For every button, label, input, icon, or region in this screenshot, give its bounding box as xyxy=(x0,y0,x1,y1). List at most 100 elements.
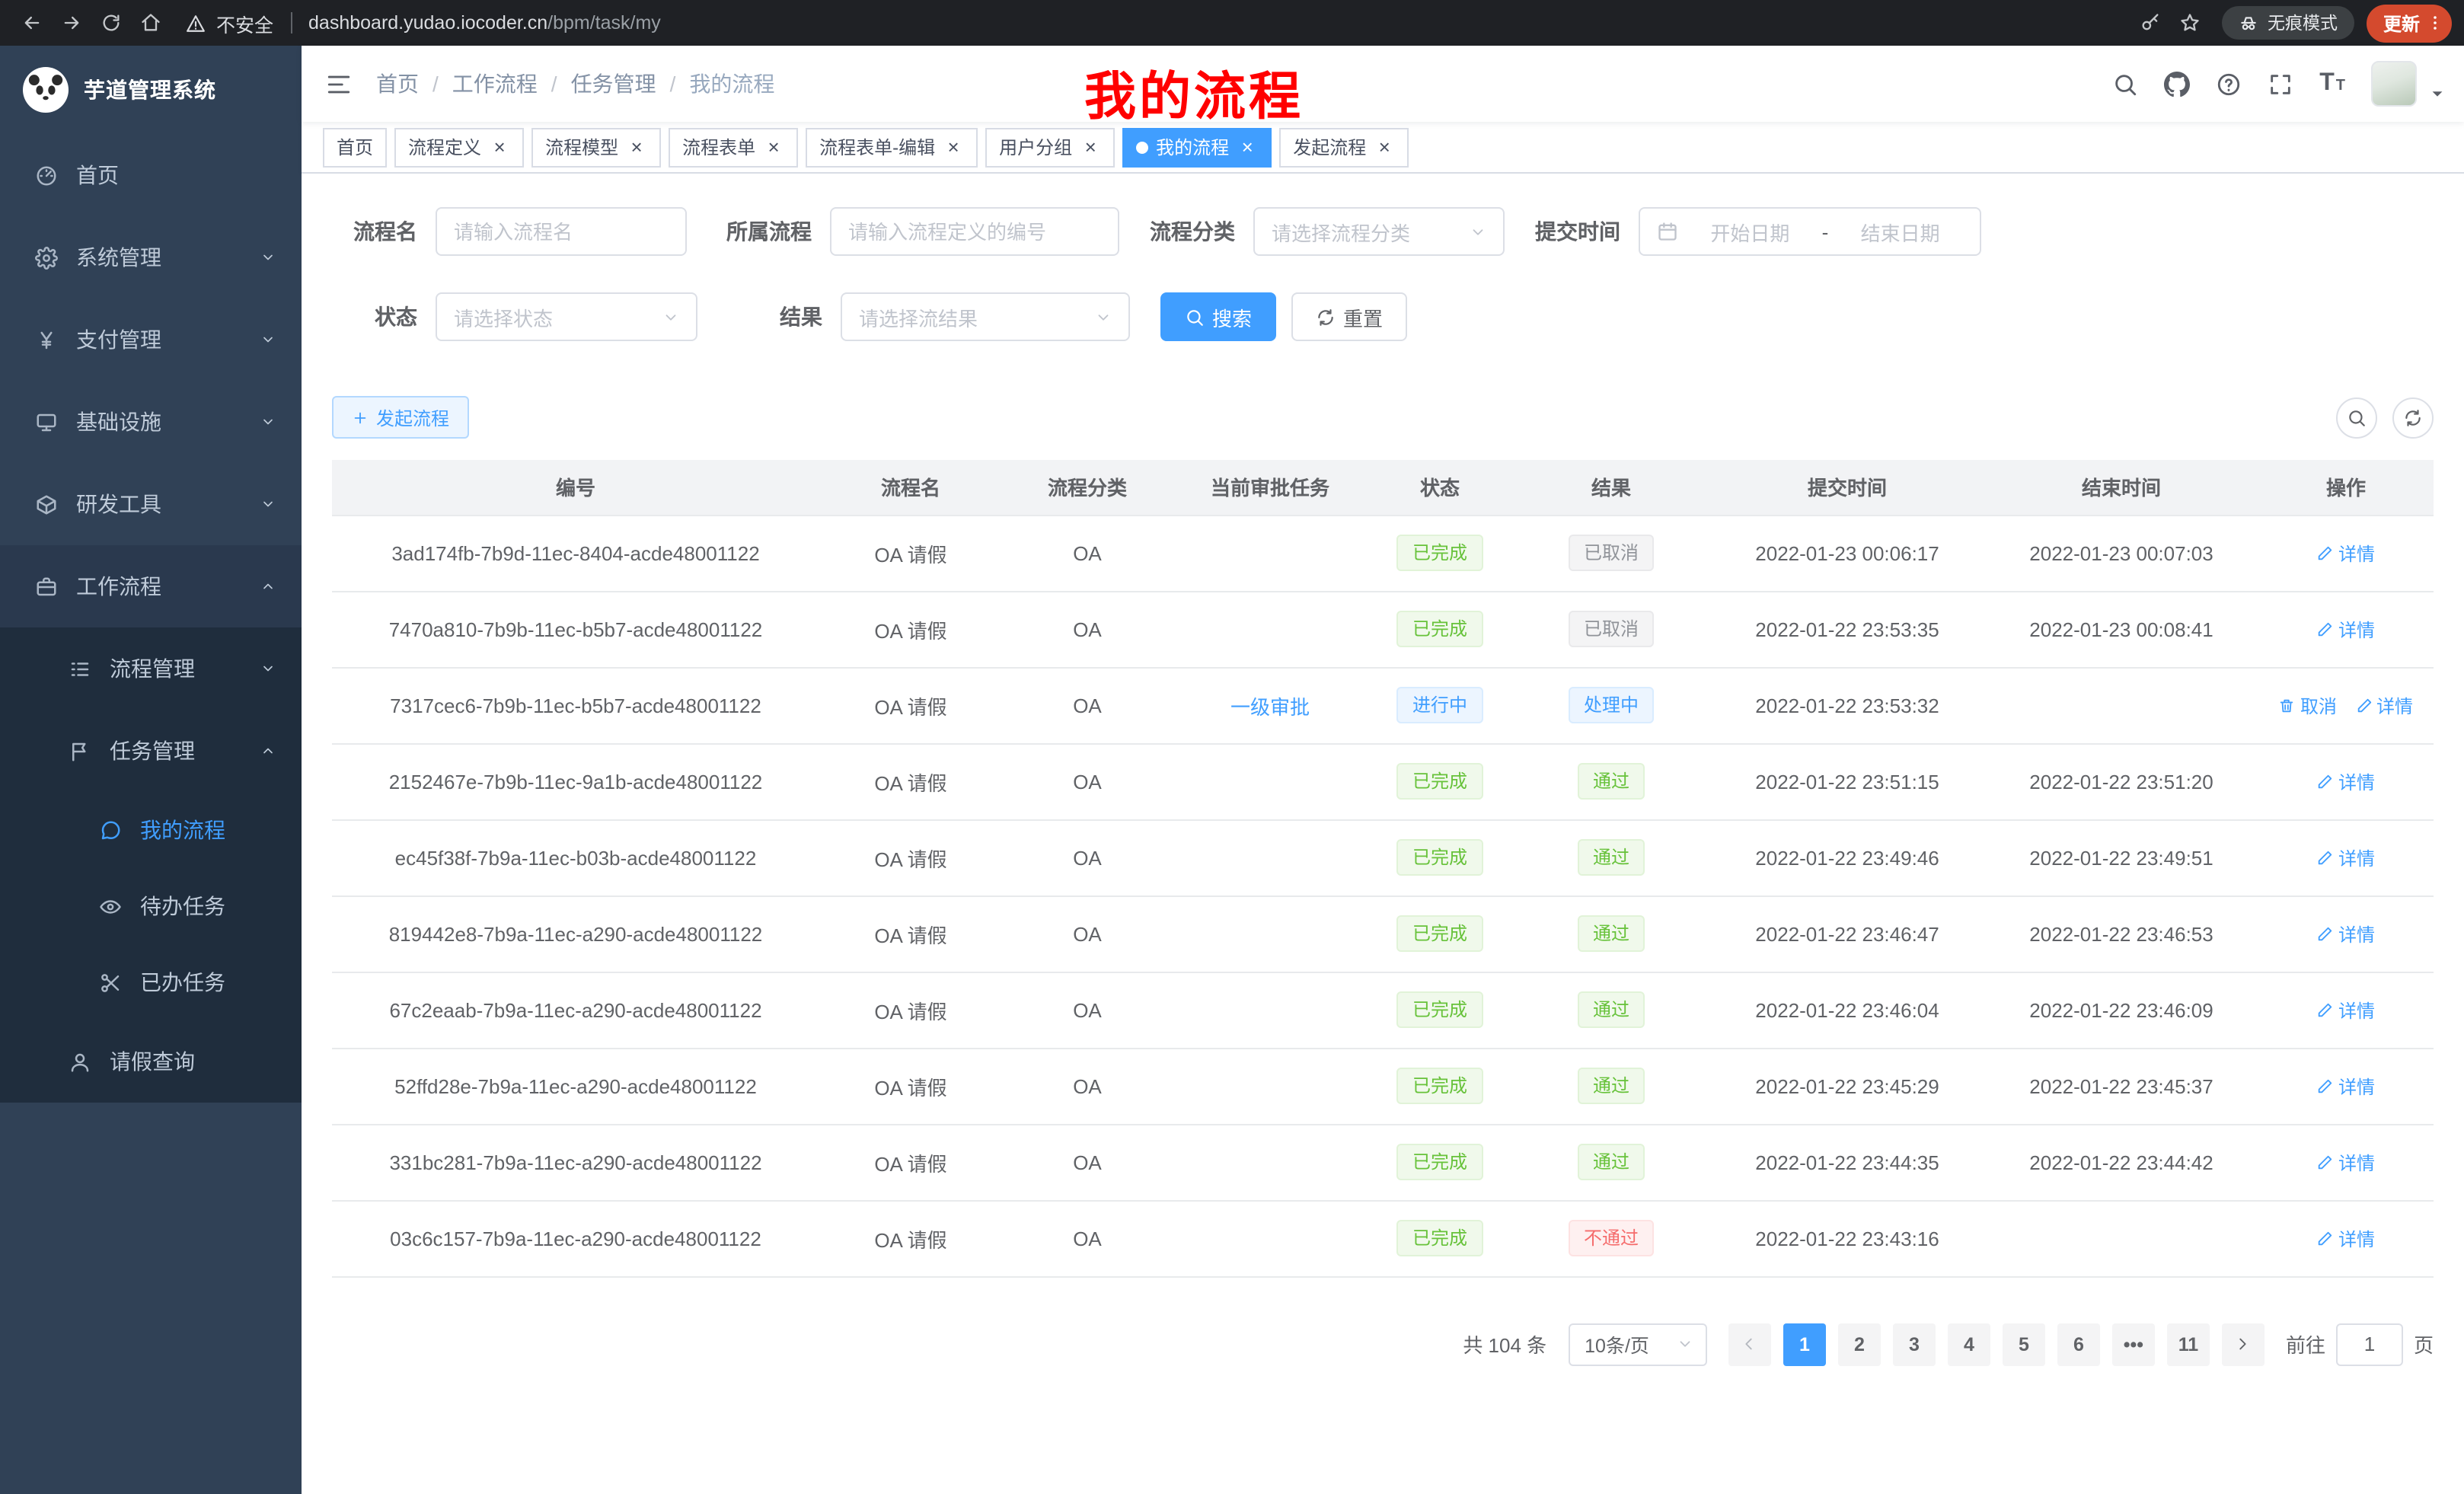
breadcrumb-item[interactable]: 首页 xyxy=(376,69,419,99)
back-icon[interactable] xyxy=(12,3,52,43)
detail-link[interactable]: 详情 xyxy=(2317,1149,2375,1175)
chevron-down-icon xyxy=(260,496,276,512)
cell-status: 已完成 xyxy=(1368,1124,1512,1200)
toggle-search-button[interactable] xyxy=(2336,397,2377,438)
sidebar-item-process-mgmt[interactable]: 流程管理 xyxy=(0,627,302,710)
sidebar-item-workflow[interactable]: 工作流程 xyxy=(0,545,302,627)
sidebar-item-home[interactable]: 首页 xyxy=(0,134,302,216)
tab-process-form[interactable]: 流程表单× xyxy=(669,127,798,167)
cell-submit-time: 2022-01-22 23:44:35 xyxy=(1710,1124,1984,1200)
detail-link[interactable]: 详情 xyxy=(2317,616,2375,642)
status-select[interactable]: 请选择状态 xyxy=(436,292,697,341)
update-button[interactable]: 更新 xyxy=(2367,4,2452,42)
question-icon[interactable] xyxy=(2216,71,2242,97)
forward-icon[interactable] xyxy=(52,3,91,43)
sidebar-item-payment-mgmt[interactable]: 支付管理 xyxy=(0,298,302,381)
page-button-3[interactable]: 3 xyxy=(1893,1323,1936,1365)
detail-link[interactable]: 详情 xyxy=(2317,844,2375,870)
cell-result: 已取消 xyxy=(1512,515,1710,591)
process-id-input[interactable] xyxy=(830,207,1119,256)
breadcrumb-item[interactable]: 工作流程 xyxy=(452,69,538,99)
more-pages-button[interactable]: ••• xyxy=(2112,1323,2155,1365)
detail-link[interactable]: 详情 xyxy=(2317,921,2375,947)
reload-icon[interactable] xyxy=(91,3,131,43)
page-button-4[interactable]: 4 xyxy=(1948,1323,1990,1365)
page-button-5[interactable]: 5 xyxy=(2003,1323,2045,1365)
page-button-2[interactable]: 2 xyxy=(1838,1323,1881,1365)
prev-page-button[interactable] xyxy=(1728,1323,1771,1365)
close-icon[interactable]: × xyxy=(626,136,647,158)
user-avatar[interactable] xyxy=(2371,61,2417,107)
page-button-1[interactable]: 1 xyxy=(1783,1323,1826,1365)
fullscreen-icon[interactable] xyxy=(2268,71,2293,97)
detail-link[interactable]: 详情 xyxy=(2317,1073,2375,1099)
sidebar-item-task-mgmt[interactable]: 任务管理 xyxy=(0,710,302,792)
chevron-down-icon xyxy=(260,250,276,265)
detail-link[interactable]: 详情 xyxy=(2317,1225,2375,1251)
star-icon[interactable] xyxy=(2170,3,2210,43)
detail-link[interactable]: 详情 xyxy=(2317,540,2375,566)
update-label: 更新 xyxy=(2383,10,2420,36)
date-range-picker[interactable]: 开始日期 - 结束日期 xyxy=(1639,207,1981,256)
sidebar-item-my-process[interactable]: 我的流程 xyxy=(0,792,302,868)
cell-process-name: OA 请假 xyxy=(819,1124,1002,1200)
process-id-input-field[interactable] xyxy=(848,220,1101,243)
tab-user-group[interactable]: 用户分组× xyxy=(985,127,1115,167)
close-icon[interactable]: × xyxy=(489,136,510,158)
close-icon[interactable]: × xyxy=(763,136,784,158)
caret-down-icon[interactable] xyxy=(2429,85,2446,102)
page-button-11[interactable]: 11 xyxy=(2167,1323,2210,1365)
page-size-select[interactable]: 10条/页 xyxy=(1568,1323,1707,1365)
close-icon[interactable]: × xyxy=(1080,136,1101,158)
cell-actions: 详情 xyxy=(2258,1048,2434,1124)
close-icon[interactable]: × xyxy=(943,136,964,158)
result-tag: 已取消 xyxy=(1569,535,1654,571)
cancel-link[interactable]: 取消 xyxy=(2279,692,2337,718)
table-row: 03c6c157-7b9a-11ec-a290-acde48001122OA 请… xyxy=(332,1200,2434,1276)
tab-process-definition[interactable]: 流程定义× xyxy=(394,127,524,167)
home-icon[interactable] xyxy=(131,3,171,43)
process-name-input-field[interactable] xyxy=(454,220,669,243)
sidebar-item-system-mgmt[interactable]: 系统管理 xyxy=(0,216,302,298)
search-button[interactable]: 搜索 xyxy=(1160,292,1276,341)
tab-start-process[interactable]: 发起流程 × xyxy=(1279,127,1409,167)
process-name-input[interactable] xyxy=(436,207,687,256)
chevron-down-icon xyxy=(1677,1336,1693,1352)
current-task-link[interactable]: 一级审批 xyxy=(1230,695,1310,718)
sidebar-item-infrastructure[interactable]: 基础设施 xyxy=(0,381,302,463)
tab-label: 发起流程 xyxy=(1293,134,1366,160)
start-process-button[interactable]: 发起流程 xyxy=(332,396,469,439)
sidebar-item-dev-tools[interactable]: 研发工具 xyxy=(0,463,302,545)
tab-my-process[interactable]: 我的流程× xyxy=(1122,127,1272,167)
sidebar-item-todo-tasks[interactable]: 待办任务 xyxy=(0,868,302,944)
tab-process-model[interactable]: 流程模型× xyxy=(531,127,661,167)
breadcrumb-item[interactable]: 任务管理 xyxy=(571,69,656,99)
sidebar-item-leave-query[interactable]: 请假查询 xyxy=(0,1020,302,1103)
category-select[interactable]: 请选择流程分类 xyxy=(1253,207,1505,256)
detail-link[interactable]: 详情 xyxy=(2317,997,2375,1023)
font-size-icon[interactable]: TT xyxy=(2319,70,2345,97)
reset-button[interactable]: 重置 xyxy=(1291,292,1407,341)
detail-link[interactable]: 详情 xyxy=(2317,768,2375,794)
logo[interactable]: 芋道管理系统 xyxy=(0,46,302,134)
tab-home[interactable]: 首页 xyxy=(323,127,387,167)
navbar: 首页/工作流程/任务管理/我的流程 我的流程 TT xyxy=(302,46,2464,122)
main-area: 首页/工作流程/任务管理/我的流程 我的流程 TT 首页流程定义×流程模型×流程… xyxy=(302,46,2464,1494)
close-icon[interactable]: × xyxy=(1237,136,1258,158)
kebab-menu-icon[interactable] xyxy=(2426,14,2444,32)
sidebar-item-done-tasks[interactable]: 已办任务 xyxy=(0,944,302,1020)
close-icon[interactable]: × xyxy=(1374,136,1395,158)
key-icon[interactable] xyxy=(2130,3,2170,43)
hamburger-icon[interactable] xyxy=(302,71,376,97)
refresh-table-button[interactable] xyxy=(2392,397,2434,438)
github-icon[interactable] xyxy=(2164,71,2190,97)
page-button-6[interactable]: 6 xyxy=(2057,1323,2100,1365)
tab-process-form-edit[interactable]: 流程表单-编辑× xyxy=(806,127,978,167)
search-icon[interactable] xyxy=(2112,71,2138,97)
goto-page-input[interactable] xyxy=(2336,1323,2403,1365)
warning-icon xyxy=(186,13,206,33)
address-bar[interactable]: 不安全 dashboard.yudao.iocoder.cn/bpm/task/… xyxy=(186,8,2115,37)
result-select[interactable]: 请选择流结果 xyxy=(841,292,1130,341)
next-page-button[interactable] xyxy=(2222,1323,2265,1365)
detail-link[interactable]: 详情 xyxy=(2355,692,2413,718)
